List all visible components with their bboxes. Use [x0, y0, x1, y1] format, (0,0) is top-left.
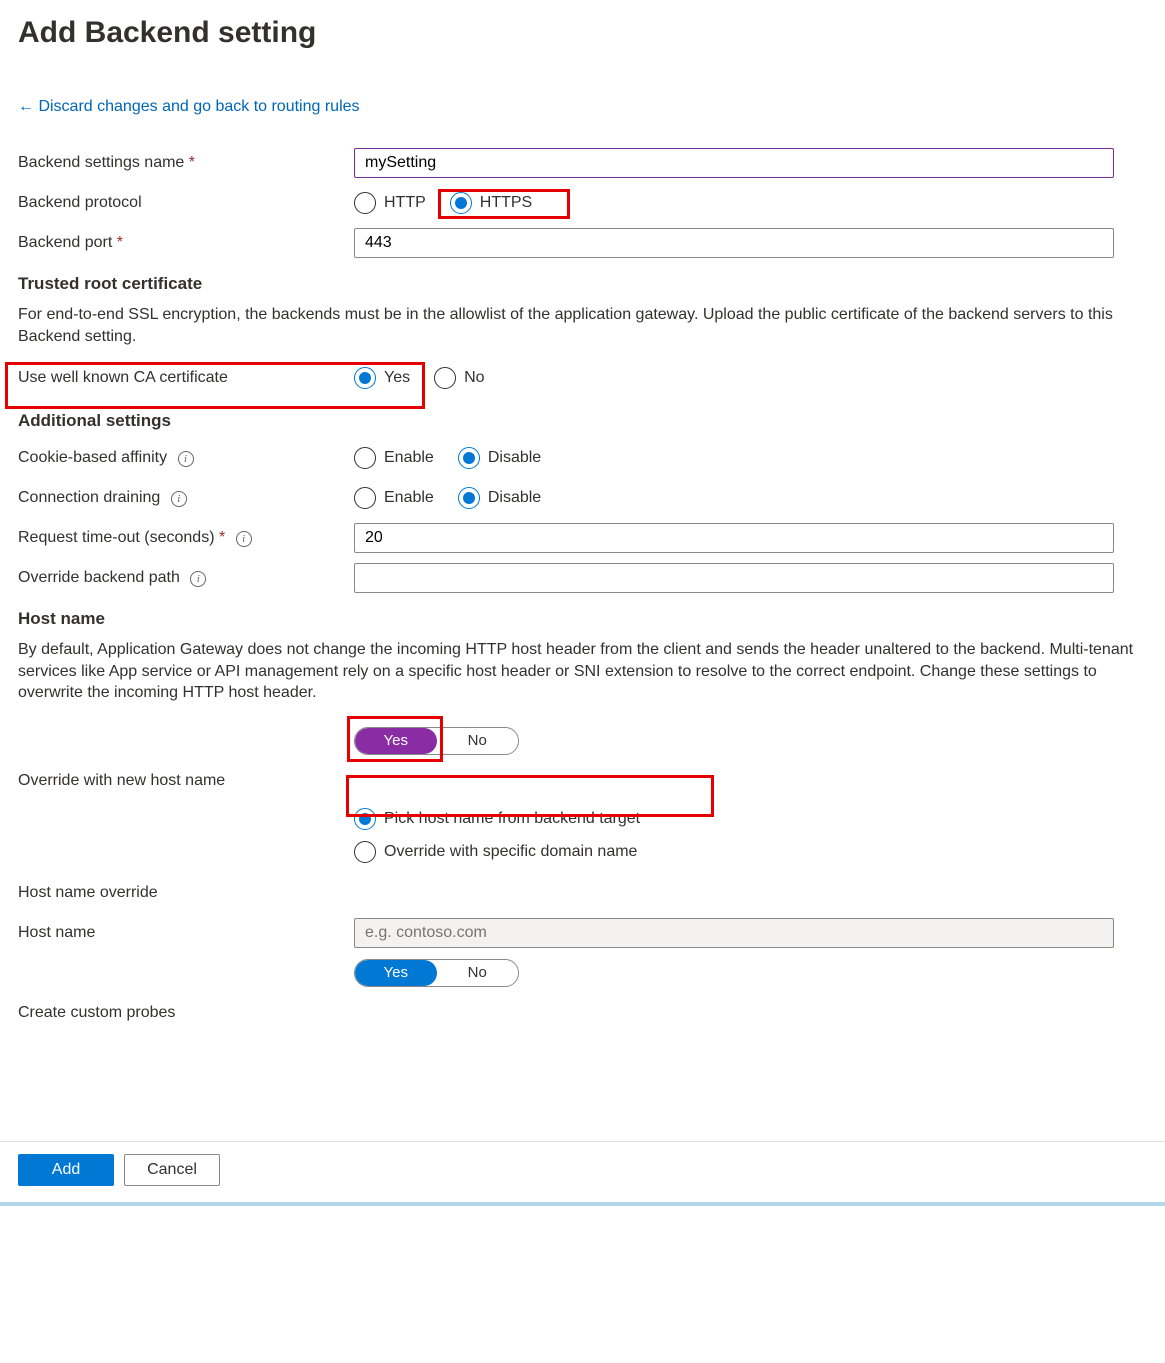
info-icon[interactable]: i [236, 531, 252, 547]
info-icon[interactable]: i [171, 491, 187, 507]
info-icon[interactable]: i [178, 451, 194, 467]
override-hostname-label: Override with new host name [18, 772, 354, 790]
radio-circle-icon [354, 192, 376, 214]
radio-circle-icon [354, 447, 376, 469]
radio-circle-icon [450, 192, 472, 214]
trusted-cert-heading: Trusted root certificate [18, 274, 1165, 294]
timeout-input[interactable] [354, 523, 1114, 553]
cookie-disable-radio[interactable]: Disable [458, 447, 541, 469]
drain-disable-radio[interactable]: Disable [458, 487, 541, 509]
port-input[interactable] [354, 228, 1114, 258]
add-button[interactable]: Add [18, 1154, 114, 1186]
ca-no-radio[interactable]: No [434, 367, 484, 389]
protocol-http-radio[interactable]: HTTP [354, 192, 426, 214]
bottom-accent-bar [0, 1202, 1165, 1206]
override-path-input[interactable] [354, 563, 1114, 593]
page-title: Add Backend setting [18, 16, 1165, 50]
pick-hostname-radio[interactable]: Pick host name from backend target [354, 808, 640, 830]
drain-enable-radio[interactable]: Enable [354, 487, 434, 509]
settings-name-label: Backend settings name * [18, 154, 354, 172]
host-name-label: Host name [18, 924, 354, 942]
additional-heading: Additional settings [18, 411, 1165, 431]
probes-toggle-yes[interactable]: Yes [355, 960, 437, 986]
timeout-label: Request time-out (seconds) * i [18, 529, 354, 547]
host-name-input [354, 918, 1114, 948]
probes-toggle[interactable]: Yes No [354, 959, 519, 987]
cancel-button[interactable]: Cancel [124, 1154, 220, 1186]
override-path-label: Override backend path i [18, 569, 354, 587]
port-label: Backend port * [18, 234, 354, 252]
radio-circle-icon [458, 447, 480, 469]
trusted-cert-desc: For end-to-end SSL encryption, the backe… [18, 304, 1148, 347]
specific-hostname-radio[interactable]: Override with specific domain name [354, 841, 637, 863]
radio-circle-icon [354, 487, 376, 509]
drain-label: Connection draining i [18, 489, 354, 507]
discard-back-link[interactable]: ← Discard changes and go back to routing… [18, 98, 360, 116]
radio-circle-icon [354, 841, 376, 863]
cookie-enable-radio[interactable]: Enable [354, 447, 434, 469]
hostname-toggle-yes[interactable]: Yes [355, 728, 437, 754]
ca-cert-label: Use well known CA certificate [18, 369, 354, 387]
ca-yes-radio[interactable]: Yes [354, 367, 410, 389]
hostname-desc: By default, Application Gateway does not… [18, 639, 1148, 704]
hostname-heading: Host name [18, 609, 1165, 629]
protocol-https-radio[interactable]: HTTPS [450, 192, 532, 214]
required-indicator: * [219, 529, 225, 546]
hostname-toggle[interactable]: Yes No [354, 727, 519, 755]
host-override-label: Host name override [18, 884, 354, 902]
radio-circle-icon [458, 487, 480, 509]
probes-toggle-no[interactable]: No [437, 960, 519, 986]
radio-circle-icon [434, 367, 456, 389]
hostname-toggle-no[interactable]: No [437, 728, 519, 754]
info-icon[interactable]: i [190, 571, 206, 587]
radio-circle-icon [354, 808, 376, 830]
create-probes-label: Create custom probes [18, 1004, 354, 1022]
cookie-affinity-label: Cookie-based affinity i [18, 449, 354, 467]
required-indicator: * [189, 154, 195, 171]
protocol-label: Backend protocol [18, 194, 354, 212]
required-indicator: * [117, 234, 123, 251]
radio-circle-icon [354, 367, 376, 389]
settings-name-input[interactable] [354, 148, 1114, 178]
